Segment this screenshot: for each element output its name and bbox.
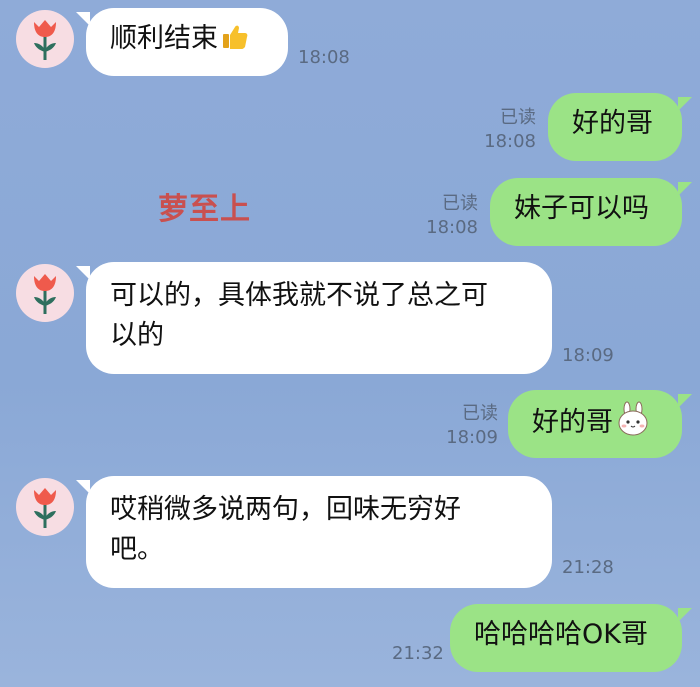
message-time: 21:32 xyxy=(392,643,444,664)
message-text-line: 可以的，具体我就不说了总之可 xyxy=(110,280,488,311)
message-text: 哈哈哈哈OK哥 xyxy=(474,619,648,650)
message-time: 18:08 xyxy=(484,131,536,152)
read-receipt: 已读 18:08 xyxy=(470,106,536,154)
tulip-icon xyxy=(34,20,56,60)
avatar[interactable] xyxy=(16,10,74,68)
read-label: 已读 xyxy=(462,403,498,424)
message-time: 18:08 xyxy=(426,217,478,238)
read-receipt: 已读 18:08 xyxy=(414,192,478,240)
message-text-line: 吧。 xyxy=(110,534,164,565)
read-label: 已读 xyxy=(442,193,478,214)
bunny-emoji-icon xyxy=(615,401,651,437)
message-time: 18:09 xyxy=(446,427,498,448)
avatar[interactable] xyxy=(16,478,74,536)
message-bubble[interactable]: 妹子可以吗 xyxy=(490,178,692,246)
read-label: 已读 xyxy=(500,107,536,128)
message-time: 21:28 xyxy=(562,557,614,578)
thumbs-up-icon xyxy=(220,21,250,51)
message-text: 妹子可以吗 xyxy=(514,193,649,224)
message-text-line: 以的 xyxy=(110,320,164,351)
read-receipt: 已读 18:09 xyxy=(432,402,498,450)
avatar[interactable] xyxy=(16,264,74,322)
message-time: 18:09 xyxy=(562,345,614,366)
message-text: 好的哥 xyxy=(532,407,613,438)
message-bubble[interactable]: 顺利结束 xyxy=(76,8,288,76)
message-bubble[interactable]: 哎稍微多说两句，回味无穷好 吧。 xyxy=(76,476,552,588)
message-text-line: 哎稍微多说两句，回味无穷好 xyxy=(110,494,461,525)
message-bubble[interactable]: 好的哥 xyxy=(508,390,692,458)
tulip-icon xyxy=(34,274,56,314)
message-text: 好的哥 xyxy=(572,108,653,139)
message-time: 18:08 xyxy=(298,47,350,68)
message-text: 顺利结束 xyxy=(110,23,218,54)
message-bubble[interactable]: 好的哥 xyxy=(548,93,692,161)
message-bubble[interactable]: 可以的，具体我就不说了总之可 以的 xyxy=(76,262,552,374)
watermark: 萝至上 xyxy=(158,192,251,227)
tulip-icon xyxy=(34,488,56,528)
message-bubble[interactable]: 哈哈哈哈OK哥 xyxy=(450,604,692,672)
